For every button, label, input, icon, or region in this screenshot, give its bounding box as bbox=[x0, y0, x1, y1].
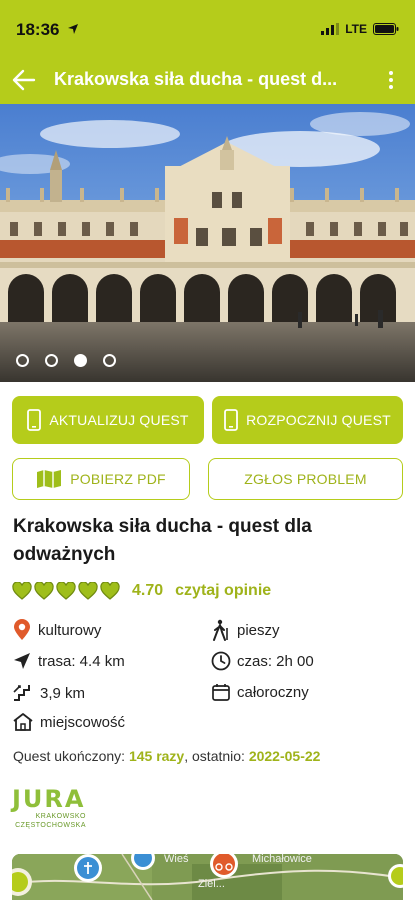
more-button[interactable] bbox=[379, 68, 403, 92]
route-map[interactable]: Wieś Michałowice Ziel... bbox=[12, 854, 403, 900]
more-icon bbox=[389, 71, 393, 89]
hero-photo bbox=[0, 104, 415, 382]
start-quest-button[interactable]: ROZPOCZNIJ QUEST bbox=[212, 396, 403, 444]
attribute-season: całoroczny bbox=[211, 682, 309, 702]
start-quest-label: ROZPOCZNIJ QUEST bbox=[246, 412, 391, 428]
network-label: LTE bbox=[345, 22, 367, 36]
logo-sub-line1: KRAKOWSKO bbox=[35, 813, 86, 820]
rating-value: 4.70 bbox=[132, 582, 164, 599]
status-time-text: 18:36 bbox=[16, 20, 60, 39]
back-button[interactable] bbox=[10, 66, 38, 94]
completion-last-date: 2022-05-22 bbox=[248, 748, 321, 764]
carousel-dot[interactable] bbox=[103, 354, 116, 367]
heart-icon bbox=[34, 582, 54, 600]
carousel-indicator bbox=[16, 354, 116, 367]
attribute-category: kulturowy bbox=[12, 619, 101, 641]
status-indicators: LTE bbox=[321, 22, 399, 36]
heart-icon bbox=[100, 582, 120, 600]
heart-icon bbox=[12, 582, 32, 600]
logo-main-text: JURA bbox=[12, 785, 86, 813]
calendar-icon bbox=[212, 684, 230, 701]
attribute-elevation: 3,9 km bbox=[12, 682, 85, 704]
hiker-icon bbox=[213, 619, 228, 641]
phone-icon bbox=[27, 409, 42, 431]
map-icon bbox=[37, 470, 62, 488]
status-bar: 18:36 LTE bbox=[0, 0, 415, 56]
completion-count: 145 razy bbox=[128, 748, 185, 764]
report-problem-button[interactable]: ZGŁOS PROBLEM bbox=[208, 458, 403, 500]
map-label: Ziel... bbox=[198, 878, 225, 890]
status-time: 18:36 bbox=[16, 20, 79, 40]
elevation-icon bbox=[13, 685, 30, 701]
attribute-route: trasa: 4.4 km bbox=[12, 651, 125, 671]
location-arrow-icon bbox=[68, 24, 79, 34]
app-bar: Krakowska siła ducha - quest d... bbox=[0, 56, 415, 104]
carousel-dot[interactable] bbox=[45, 354, 58, 367]
read-reviews-link[interactable]: czytaj opinie bbox=[175, 582, 271, 600]
heart-icon bbox=[78, 582, 98, 600]
rating-hearts bbox=[12, 582, 120, 600]
navigation-icon bbox=[14, 653, 30, 669]
photo-carousel[interactable] bbox=[0, 104, 415, 382]
home-icon bbox=[13, 713, 33, 731]
mode-value: pieszy bbox=[237, 621, 280, 639]
signal-icon bbox=[321, 23, 340, 35]
report-problem-label: ZGŁOS PROBLEM bbox=[244, 471, 367, 487]
rating-row: 4.70 czytaj opinie bbox=[12, 582, 271, 600]
attribute-duration: czas: 2h 00 bbox=[211, 651, 314, 671]
carousel-dot[interactable] bbox=[16, 354, 29, 367]
route-value: trasa: 4.4 km bbox=[38, 652, 125, 670]
update-quest-button[interactable]: AKTUALIZUJ QUEST bbox=[12, 396, 204, 444]
jura-logo: JURA KRAKOWSKO CZĘSTOCHOWSKA bbox=[12, 786, 86, 830]
location-pin-icon bbox=[14, 619, 30, 640]
heart-icon bbox=[56, 582, 76, 600]
logo-sub-line2: CZĘSTOCHOWSKA bbox=[15, 822, 86, 829]
attribute-place-type: miejscowość bbox=[12, 712, 125, 732]
back-arrow-icon bbox=[12, 69, 36, 91]
attribute-mode: pieszy bbox=[211, 619, 280, 641]
map-label: Michałowice bbox=[252, 854, 312, 865]
category-value: kulturowy bbox=[38, 621, 102, 639]
phone-icon bbox=[224, 409, 239, 431]
completion-info: Quest ukończony: 145 razy, ostatnio: 202… bbox=[13, 748, 320, 764]
completion-middle: , ostatnio: bbox=[184, 748, 245, 764]
season-value: całoroczny bbox=[237, 683, 309, 701]
carousel-dot-active[interactable] bbox=[74, 354, 87, 367]
map-background bbox=[12, 854, 403, 900]
download-pdf-button[interactable]: POBIERZ PDF bbox=[12, 458, 190, 500]
battery-icon bbox=[373, 23, 399, 35]
duration-value: czas: 2h 00 bbox=[237, 652, 314, 670]
app-bar-title: Krakowska siła ducha - quest d... bbox=[54, 69, 338, 89]
update-quest-label: AKTUALIZUJ QUEST bbox=[49, 412, 189, 428]
download-pdf-label: POBIERZ PDF bbox=[70, 471, 166, 487]
clock-icon bbox=[211, 651, 231, 671]
elevation-value: 3,9 km bbox=[40, 684, 86, 702]
completion-prefix: Quest ukończony: bbox=[13, 748, 126, 764]
place-type-value: miejscowość bbox=[40, 713, 126, 731]
map-label: Wieś bbox=[164, 854, 189, 865]
quest-title: Krakowska siła ducha - quest dla odważny… bbox=[13, 516, 312, 565]
